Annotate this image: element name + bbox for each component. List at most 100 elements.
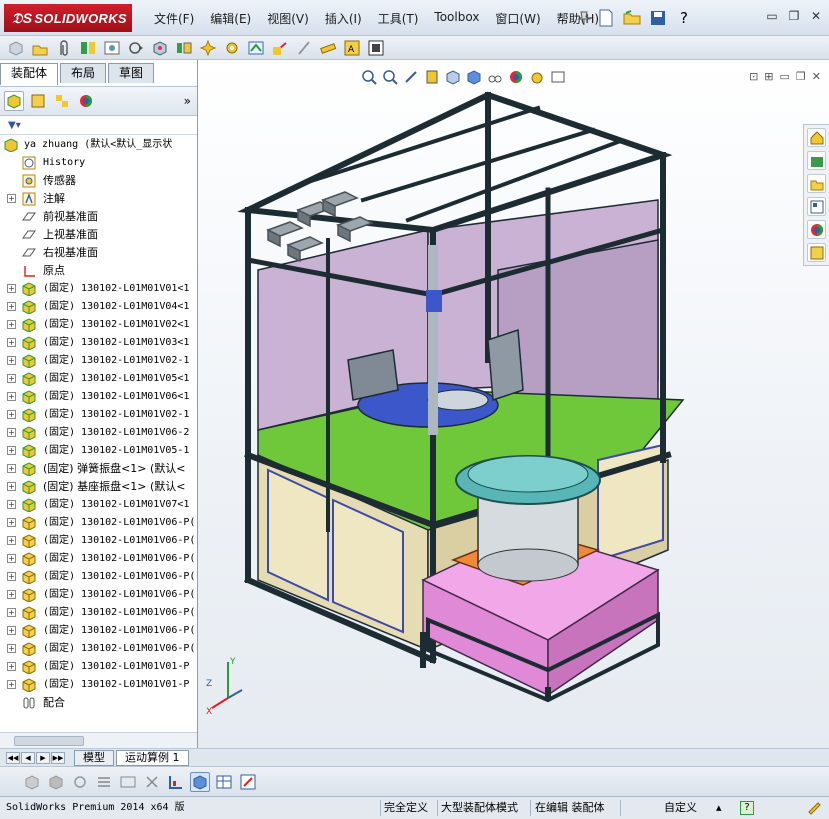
- menu-insert[interactable]: 插入(I): [317, 10, 370, 27]
- expand-toggle-icon[interactable]: +: [7, 356, 16, 365]
- expand-toggle-icon[interactable]: +: [7, 374, 16, 383]
- tree-item[interactable]: History: [0, 154, 197, 172]
- status-notification-icon[interactable]: [806, 800, 822, 819]
- expand-toggle-icon[interactable]: +: [7, 446, 16, 455]
- assembly-3d-model[interactable]: [198, 60, 829, 748]
- tree-item[interactable]: 原点: [0, 262, 197, 280]
- zoom-select-icon[interactable]: [238, 772, 258, 792]
- first-tab-icon[interactable]: ◀◀: [6, 751, 20, 764]
- expand-toggle-icon[interactable]: +: [7, 500, 16, 509]
- tree-item[interactable]: + (固定) 130102-L01M01V06-P(: [0, 604, 197, 622]
- tree-item[interactable]: 传感器: [0, 172, 197, 190]
- tools-icon[interactable]: [142, 772, 162, 792]
- tree-item[interactable]: + (固定) 130102-L01M01V06-P(: [0, 622, 197, 640]
- configuration-manager-icon[interactable]: [52, 91, 72, 111]
- tree-filter[interactable]: ▼▾: [0, 117, 197, 135]
- menu-file[interactable]: 文件(F): [146, 10, 202, 27]
- tree-item[interactable]: + (固定) 130102-L01M01V06-P(: [0, 532, 197, 550]
- expand-toggle-icon[interactable]: +: [7, 590, 16, 599]
- property-manager-icon[interactable]: [28, 91, 48, 111]
- tree-item[interactable]: + (固定) 130102-L01M01V07<1: [0, 496, 197, 514]
- tree-item[interactable]: + (固定) 130102-L01M01V05-1: [0, 442, 197, 460]
- display-mode-icon[interactable]: [190, 771, 210, 792]
- scrollbar-thumb[interactable]: [14, 736, 84, 746]
- chart-axis-icon[interactable]: [166, 772, 186, 792]
- grid-icon[interactable]: [118, 772, 138, 792]
- expand-toggle-icon[interactable]: +: [7, 644, 16, 653]
- tree-item[interactable]: + (固定) 130102-L01M01V06-P(: [0, 514, 197, 532]
- expand-toggle-icon[interactable]: +: [7, 194, 16, 203]
- tree-item[interactable]: + (固定) 130102-L01M01V03<1: [0, 334, 197, 352]
- status-help-icon[interactable]: ?: [740, 801, 754, 815]
- new-assembly-icon[interactable]: [30, 38, 49, 57]
- tree-item[interactable]: + (固定) 130102-L01M01V06-P(: [0, 568, 197, 586]
- table-icon[interactable]: [214, 772, 234, 792]
- expand-toggle-icon[interactable]: +: [7, 608, 16, 617]
- tree-item[interactable]: + (固定) 130102-L01M01V06-P(: [0, 640, 197, 658]
- graphics-area[interactable]: ⊡ ⊞ ▭ ❐ ✕ Y Z X: [198, 60, 829, 748]
- expand-toggle-icon[interactable]: +: [7, 410, 16, 419]
- tree-item[interactable]: + 注解: [0, 190, 197, 208]
- rotate-icon[interactable]: [70, 772, 90, 792]
- status-units-caret-icon[interactable]: ▴: [716, 797, 722, 819]
- save-icon[interactable]: [648, 8, 668, 28]
- pin-icon[interactable]: [574, 8, 594, 28]
- menu-window[interactable]: 窗口(W): [487, 10, 548, 27]
- status-custom-units[interactable]: 自定义: [664, 797, 697, 819]
- insert-component-icon[interactable]: [6, 38, 25, 57]
- gear-icon[interactable]: [222, 38, 241, 57]
- tree-item[interactable]: + (固定) 130102-L01M01V04<1: [0, 298, 197, 316]
- tree-horizontal-scrollbar[interactable]: [0, 732, 197, 748]
- expand-toggle-icon[interactable]: +: [7, 392, 16, 401]
- new-document-icon[interactable]: [596, 8, 616, 28]
- tree-item[interactable]: + (固定) 130102-L01M01V01<1: [0, 280, 197, 298]
- shaded-edges-icon[interactable]: [46, 772, 66, 792]
- last-tab-icon[interactable]: ▶▶: [51, 751, 65, 764]
- tab-motion-study[interactable]: 运动算例 1: [116, 749, 189, 766]
- more-chevron-icon[interactable]: »: [184, 94, 191, 108]
- tree-item[interactable]: + (固定) 130102-L01M01V06<1: [0, 388, 197, 406]
- tree-root-assembly[interactable]: ya zhuang (默认<默认_显示状: [0, 136, 197, 154]
- tree-item[interactable]: + (固定) 130102-L01M01V02-1: [0, 352, 197, 370]
- tree-item[interactable]: 上视基准面: [0, 226, 197, 244]
- smart-fasteners-icon[interactable]: [150, 38, 169, 57]
- component-preview-icon[interactable]: [102, 38, 121, 57]
- expand-toggle-icon[interactable]: +: [7, 518, 16, 527]
- assembly-features-icon[interactable]: [270, 38, 289, 57]
- expand-toggle-icon[interactable]: +: [7, 428, 16, 437]
- tree-item[interactable]: + (固定) 130102-L01M01V02-1: [0, 406, 197, 424]
- paperclip-icon[interactable]: [54, 38, 73, 57]
- mass-properties-icon[interactable]: A: [342, 38, 361, 57]
- expand-toggle-icon[interactable]: +: [7, 626, 16, 635]
- tree-item[interactable]: + (固定) 130102-L01M01V01-P: [0, 676, 197, 694]
- move-component-icon[interactable]: [126, 38, 145, 57]
- menu-tools[interactable]: 工具(T): [370, 10, 427, 27]
- expand-toggle-icon[interactable]: +: [7, 464, 16, 473]
- tree-item[interactable]: + (固定) 130102-L01M01V06-P(: [0, 550, 197, 568]
- expand-toggle-icon[interactable]: +: [7, 662, 16, 671]
- menu-view[interactable]: 视图(V): [259, 10, 317, 27]
- expand-toggle-icon[interactable]: +: [7, 302, 16, 311]
- reference-geometry-icon[interactable]: [246, 38, 265, 57]
- open-folder-icon[interactable]: [622, 8, 642, 28]
- display-manager-icon[interactable]: [76, 91, 96, 111]
- expand-toggle-icon[interactable]: +: [7, 572, 16, 581]
- expand-toggle-icon[interactable]: +: [7, 554, 16, 563]
- expand-toggle-icon[interactable]: +: [7, 338, 16, 347]
- tree-item[interactable]: + (固定) 130102-L01M01V05<1: [0, 370, 197, 388]
- expand-toggle-icon[interactable]: +: [7, 482, 16, 491]
- tree-item[interactable]: 配合: [0, 694, 197, 712]
- tree-item[interactable]: + (固定) 130102-L01M01V01-P: [0, 658, 197, 676]
- tree-item[interactable]: + (固定) 弹簧振盘<1> (默认<: [0, 460, 197, 478]
- feature-manager-icon[interactable]: [4, 91, 24, 111]
- menu-toolbox[interactable]: Toolbox: [426, 10, 487, 27]
- list-lines-icon[interactable]: [94, 772, 114, 792]
- linear-pattern-icon[interactable]: [174, 38, 193, 57]
- tab-assembly[interactable]: 装配体: [0, 63, 59, 85]
- tab-sketch[interactable]: 草图: [108, 63, 155, 83]
- expand-toggle-icon[interactable]: +: [7, 284, 16, 293]
- help-icon[interactable]: ?: [674, 8, 694, 28]
- tree-item[interactable]: + (固定) 130102-L01M01V06-P(: [0, 586, 197, 604]
- explode-view-icon[interactable]: [198, 38, 217, 57]
- mate-icon[interactable]: [78, 38, 97, 57]
